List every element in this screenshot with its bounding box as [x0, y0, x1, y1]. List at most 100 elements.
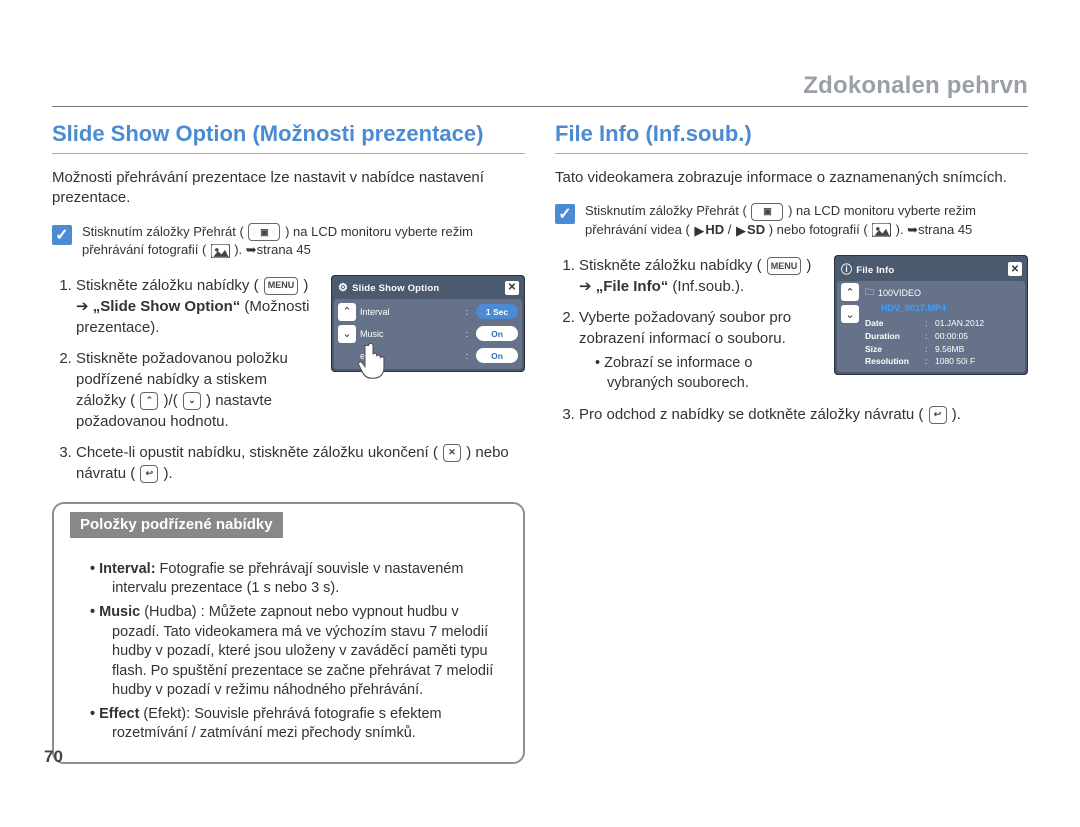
- text-bold: „Slide Show Option“: [93, 298, 241, 315]
- left-title: Slide Show Option (Možnosti prezentace): [52, 121, 525, 154]
- ui-row-interval[interactable]: Interval: 1 Sec: [360, 303, 518, 321]
- close-icon[interactable]: ✕: [505, 281, 519, 295]
- left-intro: Možnosti přehrávání prezentace lze nasta…: [52, 168, 525, 209]
- submenu-music: Music (Hudba) : Můžete zapnout nebo vypn…: [80, 603, 507, 701]
- return-key-icon: ↩: [929, 406, 947, 424]
- info-icon: ⓘ: [841, 264, 852, 276]
- v: 1080 50i F: [935, 355, 1019, 368]
- right-step-3: Pro odchod z nabídky se dotkněte záložky…: [579, 404, 1028, 425]
- play-sd-icon: ▶: [736, 222, 746, 240]
- text: Vyberte požadovaný soubor pro zobrazení …: [579, 309, 791, 347]
- ui-file-info: ⓘ File Info ✕ 🗀 100VIDEO HDV_0017.MP4 Dat…: [834, 255, 1028, 375]
- value-pill: On: [476, 326, 518, 341]
- arrow-down-button[interactable]: ⌄: [338, 325, 356, 343]
- text-bold: „File Info“: [596, 278, 669, 295]
- text: Fotografie se přehrávají souvisle v nast…: [112, 561, 463, 597]
- left-steps: Stiskněte záložku nabídky ( MENU ) ➔ „Sl…: [52, 275, 319, 442]
- play-tab-icon: ▣: [751, 203, 783, 221]
- ui-body: ⌃ ⌄ Interval: 1 Sec Music: On: [334, 299, 522, 369]
- text-bold: Interval:: [99, 561, 155, 577]
- text: File Info: [856, 265, 894, 276]
- left-steps-and-fig: Stiskněte záložku nabídky ( MENU ) ➔ „Sl…: [52, 275, 525, 442]
- text: HD: [705, 222, 724, 237]
- ui-slide-show-option: ⚙ Slide Show Option ✕ ⌃ ⌄ Interval: 1 Sec: [331, 275, 525, 372]
- k: Duration: [865, 330, 925, 343]
- left-step-1: Stiskněte záložku nabídky ( MENU ) ➔ „Sl…: [76, 275, 319, 338]
- up-icon: ⌃: [140, 392, 158, 410]
- text: ). ➥strana 45: [896, 222, 973, 237]
- play-hd-icon: ▶: [694, 222, 704, 240]
- text: Stiskněte záložku nabídky (: [579, 257, 762, 274]
- ui-arrow-column: ⌃ ⌄: [841, 283, 859, 323]
- submenu-effect: Effect (Efekt): Souvisle přehrává fotogr…: [80, 705, 507, 744]
- text: Slide Show Option: [352, 283, 439, 294]
- text: (Hudba) :: [140, 604, 209, 620]
- arrow-up-button[interactable]: ⌃: [841, 283, 859, 301]
- page: Zdokonalen pehrvn Slide Show Option (Mož…: [0, 0, 1080, 827]
- ui-file-info-wrap: ⓘ File Info ✕ 🗀 100VIDEO HDV_0017.MP4 Dat…: [834, 255, 1028, 375]
- check-icon: ✓: [52, 225, 72, 245]
- kv-date: Date:01.JAN.2012: [865, 317, 1019, 330]
- k: Date: [865, 317, 925, 330]
- text: Music: [360, 329, 464, 339]
- right-note: ✓ Stisknutím záložky Přehrát ( ▣ ) na LC…: [555, 202, 1028, 239]
- right-steps: Stiskněte záložku nabídky ( MENU ) ➔ „Fi…: [555, 255, 822, 404]
- photo-icon: [872, 223, 891, 237]
- text-bold: Effect: [99, 706, 139, 722]
- text: )/(: [164, 392, 178, 409]
- photo-icon: [211, 244, 230, 258]
- left-column: Slide Show Option (Možnosti prezentace) …: [52, 121, 525, 764]
- folder-row: 🗀 100VIDEO: [865, 285, 1019, 301]
- text: ).: [952, 406, 961, 423]
- arrow-down-button[interactable]: ⌄: [841, 305, 859, 323]
- ui-arrow-column: ⌃ ⌄: [338, 303, 356, 365]
- v: 01.JAN.2012: [935, 317, 1019, 330]
- text: ).: [164, 465, 173, 482]
- right-title: File Info (Inf.soub.): [555, 121, 1028, 154]
- right-steps-cont: Pro odchod z nabídky se dotkněte záložky…: [555, 404, 1028, 425]
- folder-name: 100VIDEO: [878, 288, 921, 298]
- text: ect: [360, 351, 464, 361]
- text: ) nebo fotografií (: [769, 222, 868, 237]
- value-pill: On: [476, 348, 518, 363]
- left-steps-list: Stiskněte záložku nabídky ( MENU ) ➔ „Sl…: [52, 275, 319, 432]
- right-steps-list: Stiskněte záložku nabídky ( MENU ) ➔ „Fi…: [555, 255, 822, 394]
- text: SD: [747, 222, 765, 237]
- kv-resolution: Resolution:1080 50i F: [865, 355, 1019, 368]
- right-step-2-sub: Zobrazí se informace o vybraných soubore…: [579, 353, 822, 394]
- right-note-text: Stisknutím záložky Přehrát ( ▣ ) na LCD …: [585, 202, 1028, 239]
- text: Pro odchod z nabídky se dotkněte záložky…: [579, 406, 923, 423]
- right-steps-and-fig: Stiskněte záložku nabídky ( MENU ) ➔ „Fi…: [555, 255, 1028, 404]
- kv-size: Size:9.56MB: [865, 343, 1019, 356]
- text: Chcete-li opustit nabídku, stiskněte zál…: [76, 444, 438, 461]
- ui-title-text: ⓘ File Info: [841, 261, 894, 277]
- file-name: HDV_0017.MP4: [881, 303, 1019, 313]
- v: 9.56MB: [935, 343, 1019, 356]
- close-icon[interactable]: ✕: [1008, 262, 1022, 276]
- ui-row-music[interactable]: Music: On: [360, 325, 518, 343]
- submenu-interval: Interval: Fotografie se přehrávají souvi…: [80, 560, 507, 599]
- ui-title-text: ⚙ Slide Show Option: [338, 281, 439, 294]
- ui-rows: Interval: 1 Sec Music: On ect: On: [360, 303, 518, 365]
- play-tab-icon: ▣: [248, 223, 280, 241]
- ui-row-effect[interactable]: ect: On: [360, 347, 518, 365]
- page-header: Zdokonalen pehrvn: [52, 72, 1028, 107]
- arrow-up-button[interactable]: ⌃: [338, 303, 356, 321]
- right-step-1: Stiskněte záložku nabídky ( MENU ) ➔ „Fi…: [579, 255, 822, 297]
- kv-duration: Duration:00:00:05: [865, 330, 1019, 343]
- sub-bullet: Zobrazí se informace o vybraných soubore…: [595, 353, 822, 394]
- menu-icon: MENU: [264, 277, 299, 295]
- v: 00:00:05: [935, 330, 1019, 343]
- check-icon: ✓: [555, 204, 575, 224]
- text: Interval: [360, 307, 464, 317]
- left-steps-cont: Chcete-li opustit nabídku, stiskněte zál…: [52, 442, 525, 484]
- menu-icon: MENU: [767, 257, 802, 275]
- submenu-title: Položky podřízené nabídky: [70, 512, 283, 538]
- gear-icon: ⚙: [338, 282, 348, 294]
- text: (Efekt):: [139, 706, 194, 722]
- text: Stisknutím záložky Přehrát (: [82, 224, 244, 239]
- submenu-items-box: Položky podřízené nabídky Interval: Foto…: [52, 502, 525, 764]
- left-step-3: Chcete-li opustit nabídku, stiskněte zál…: [76, 442, 525, 484]
- text: (Inf.soub.).: [672, 278, 744, 295]
- left-step-2: Stiskněte požadovanou položku podřízené …: [76, 348, 319, 432]
